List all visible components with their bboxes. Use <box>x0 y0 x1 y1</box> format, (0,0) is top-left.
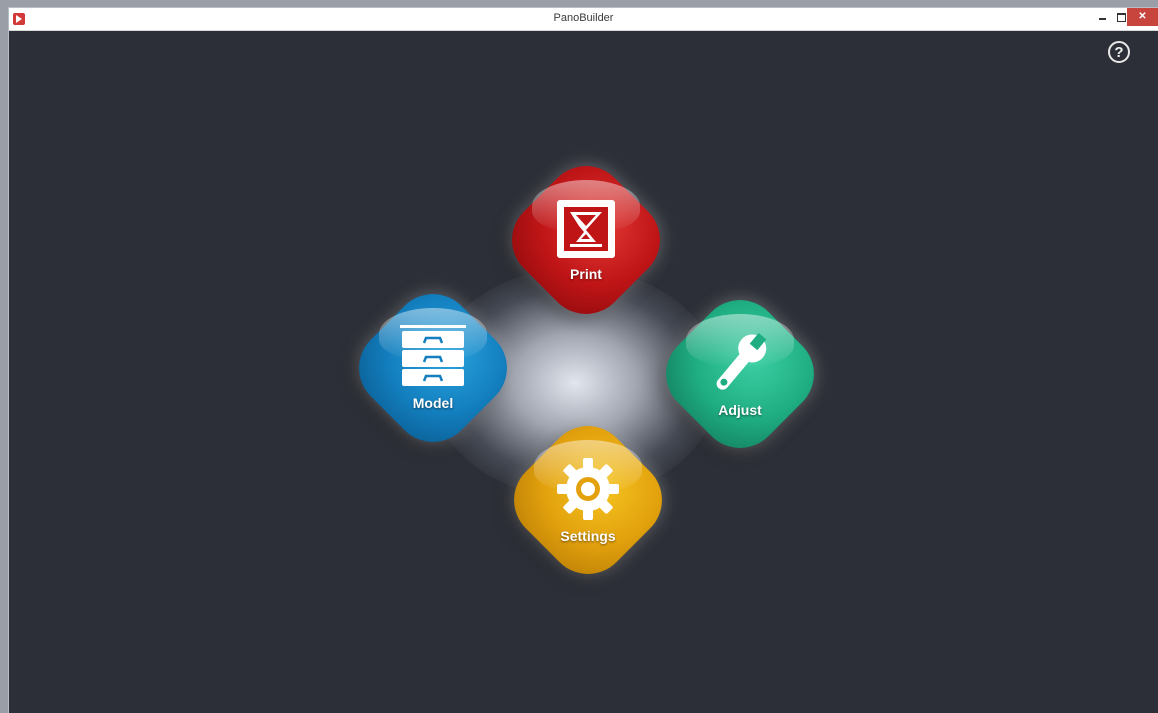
maximize-icon <box>1116 12 1126 22</box>
minimize-icon <box>1098 18 1106 20</box>
help-button[interactable]: ? <box>1108 41 1130 63</box>
model-label: Model <box>412 395 454 411</box>
wrench-icon <box>705 330 775 396</box>
close-icon: ✕ <box>1138 11 1147 22</box>
settings-button[interactable]: Settings <box>497 409 679 591</box>
adjust-label: Adjust <box>718 402 762 418</box>
print-label: Print <box>570 266 602 282</box>
drawers-icon <box>400 325 466 389</box>
help-icon: ? <box>1114 43 1124 61</box>
print-icon <box>555 198 617 260</box>
window-title: PanoBuilder <box>553 12 614 24</box>
title-bar: PanoBuilder ✕ <box>9 8 1158 31</box>
close-button[interactable]: ✕ <box>1127 8 1158 26</box>
gear-icon <box>555 456 621 522</box>
model-button[interactable]: Model <box>342 277 524 459</box>
print-button[interactable]: Print <box>495 149 677 331</box>
settings-label: Settings <box>560 528 616 544</box>
